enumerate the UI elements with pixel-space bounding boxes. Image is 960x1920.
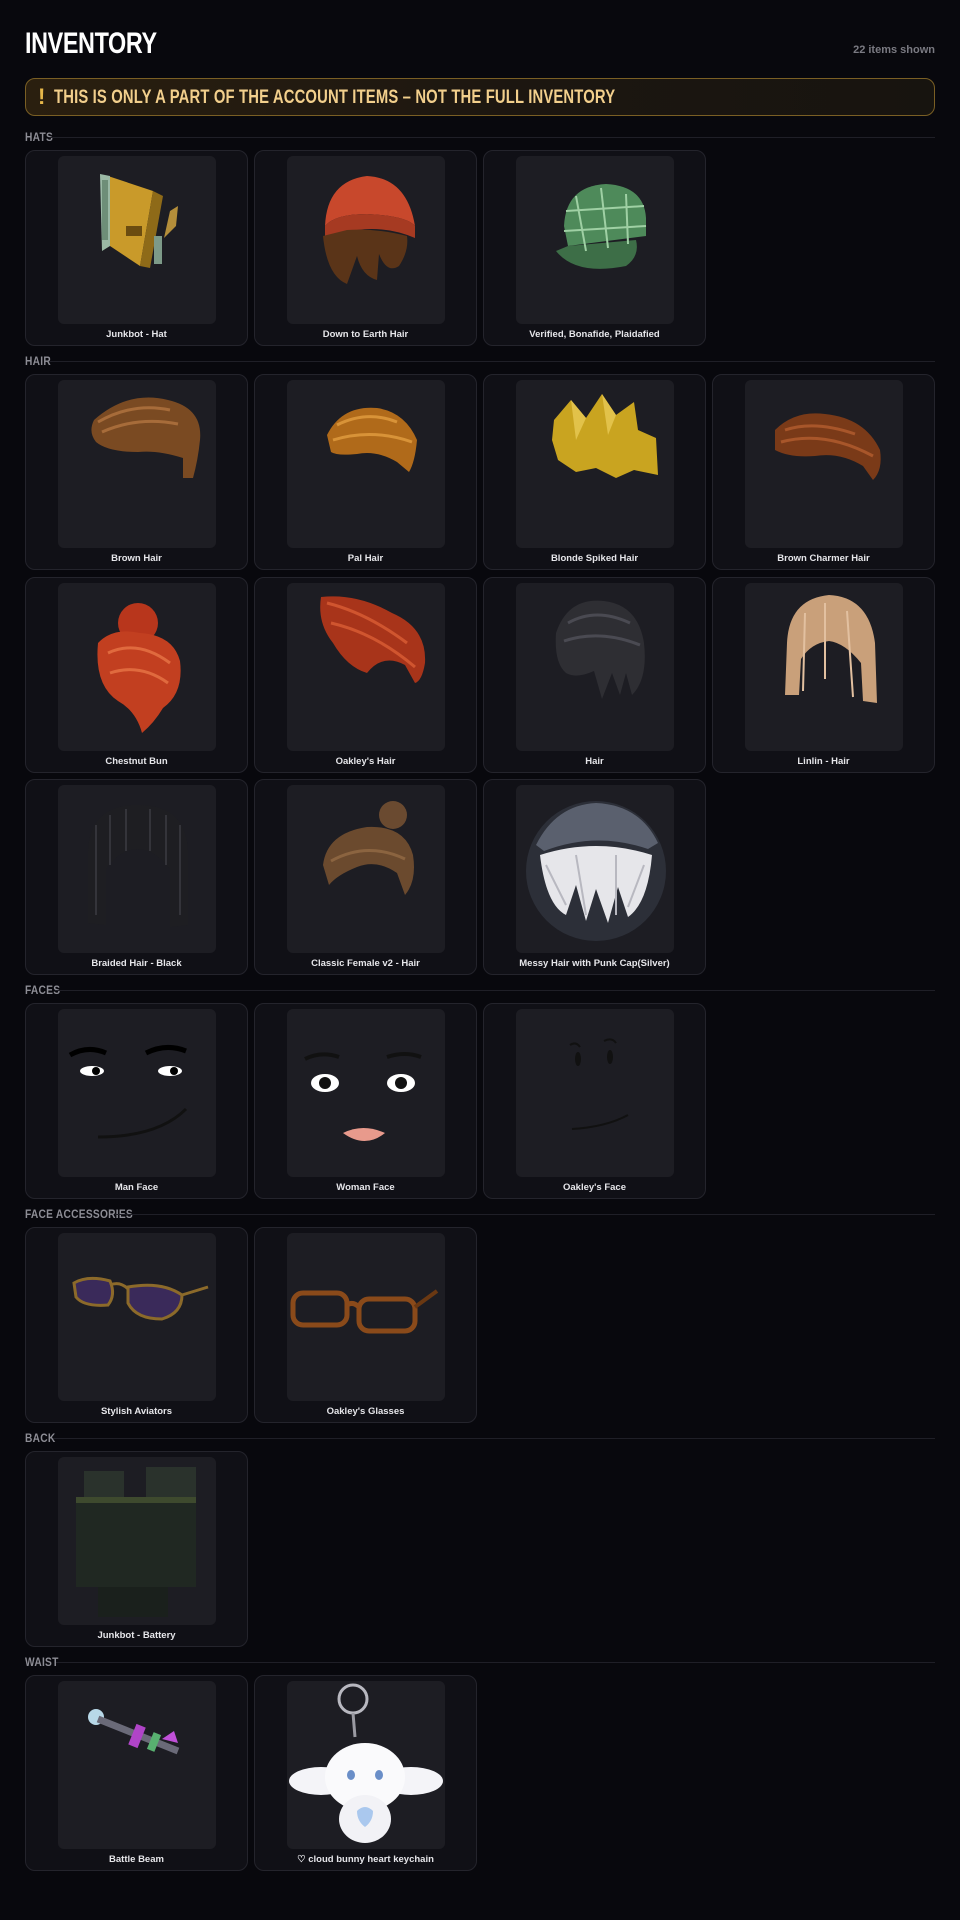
woman-face-icon [287,1009,445,1177]
section-faces: FACES [25,983,935,997]
oakley-face-icon [516,1009,674,1177]
item-name: Classic Female v2 - Hair [311,958,420,969]
item-card-hair[interactable]: Hair [483,577,706,773]
black-hair-icon [516,583,674,751]
page-title: INVENTORY [25,27,157,60]
item-name: Oakley's Glasses [326,1406,405,1417]
section-label-back: BACK [25,1431,56,1445]
section-face-accessories: FACE ACCESSORIES [25,1207,935,1221]
item-card-woman-face[interactable]: Woman Face [254,1003,477,1199]
section-divider [49,361,935,362]
bunny-keychain-icon [287,1681,445,1849]
section-divider [56,1662,935,1663]
battle-beam-icon [58,1681,216,1849]
classic-female-hair-icon [287,785,445,953]
item-name: Linlin - Hair [797,756,850,767]
item-name: Junkbot - Battery [97,1630,176,1641]
item-name: Battle Beam [109,1854,164,1865]
section-waist: WAIST [25,1655,935,1669]
item-card-oakleys-face[interactable]: Oakley's Face [483,1003,706,1199]
item-name: Junkbot - Hat [106,329,167,340]
item-card-oakleys-glasses[interactable]: Oakley's Glasses [254,1227,477,1423]
warning-banner: ! THIS IS ONLY A PART OF THE ACCOUNT ITE… [25,78,935,116]
item-name: Oakley's Hair [335,756,396,767]
item-card-junkbot-hat[interactable]: Junkbot - Hat [25,150,248,346]
page-header: INVENTORY 22 items shown [25,26,935,62]
spiked-hair-icon [516,380,674,548]
item-card-messy-punk-cap[interactable]: Messy Hair with Punk Cap(Silver) [483,779,706,975]
section-hats: HATS [25,130,935,144]
pal-hair-icon [287,380,445,548]
item-count: 22 items shown [853,44,935,56]
section-back: BACK [25,1431,935,1445]
item-card-brown-hair[interactable]: Brown Hair [25,374,248,570]
item-name: Stylish Aviators [100,1406,173,1417]
man-face-icon [58,1009,216,1177]
item-card-linlin-hair[interactable]: Linlin - Hair [712,577,935,773]
section-divider [115,1214,935,1215]
item-card-cloud-bunny-keychain[interactable]: ♡ cloud bunny heart keychain [254,1675,477,1871]
item-card-chestnut-bun[interactable]: Chestnut Bun [25,577,248,773]
item-name: Chestnut Bun [105,756,168,767]
charmer-hair-icon [745,380,903,548]
item-card-blonde-spiked[interactable]: Blonde Spiked Hair [483,374,706,570]
section-label-waist: WAIST [25,1655,59,1669]
warning-text: THIS IS ONLY A PART OF THE ACCOUNT ITEMS… [54,87,616,108]
item-card-stylish-aviators[interactable]: Stylish Aviators [25,1227,248,1423]
item-card-junkbot-battery[interactable]: Junkbot - Battery [25,1451,248,1647]
item-card-classic-female-hair[interactable]: Classic Female v2 - Hair [254,779,477,975]
item-card-verified-plaid[interactable]: Verified, Bonafide, Plaidafied [483,150,706,346]
item-name: Down to Earth Hair [322,329,409,340]
punk-cap-hair-icon [516,785,674,953]
item-name: Verified, Bonafide, Plaidafied [529,329,660,340]
section-divider [49,137,935,138]
item-name: Pal Hair [347,553,384,564]
item-card-pal-hair[interactable]: Pal Hair [254,374,477,570]
item-name: Oakley's Face [563,1182,626,1193]
item-name: ♡ cloud bunny heart keychain [297,1854,434,1865]
linlin-hair-icon [745,583,903,751]
section-divider [53,1438,935,1439]
item-card-brown-charmer[interactable]: Brown Charmer Hair [712,374,935,570]
oakley-hair-icon [287,583,445,751]
section-label-hair: HAIR [25,354,51,368]
item-card-down-to-earth-hair[interactable]: Down to Earth Hair [254,150,477,346]
item-name: Blonde Spiked Hair [550,553,639,564]
item-name: Woman Face [336,1182,395,1193]
aviators-icon [58,1233,216,1401]
item-name: Man Face [114,1182,159,1193]
section-hair: HAIR [25,354,935,368]
junkbot-hat-icon [58,156,216,324]
brown-hair-icon [58,380,216,548]
item-card-man-face[interactable]: Man Face [25,1003,248,1199]
plaid-cap-icon [516,156,674,324]
item-card-oakleys-hair[interactable]: Oakley's Hair [254,577,477,773]
item-card-battle-beam[interactable]: Battle Beam [25,1675,248,1871]
chestnut-bun-icon [58,583,216,751]
warning-icon: ! [38,84,46,109]
item-name: Brown Charmer Hair [777,553,870,564]
item-name: Hair [585,756,604,767]
glasses-icon [287,1233,445,1401]
beanie-hair-icon [287,156,445,324]
section-divider [55,990,935,991]
item-name: Braided Hair - Black [91,958,182,969]
item-name: Messy Hair with Punk Cap(Silver) [519,958,670,969]
battery-icon [58,1457,216,1625]
item-card-braided-hair[interactable]: Braided Hair - Black [25,779,248,975]
braided-hair-icon [58,785,216,953]
item-name: Brown Hair [111,553,162,564]
